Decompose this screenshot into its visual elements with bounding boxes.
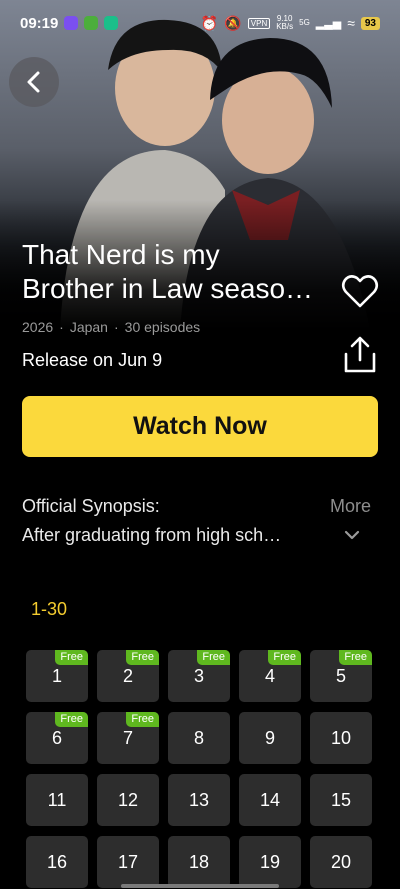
meta-separator: · [113, 319, 119, 335]
meta-episodes: 30 episodes [124, 319, 201, 335]
episode-button[interactable]: 10 [310, 712, 372, 764]
synopsis-text: After graduating from high sch… [22, 525, 282, 545]
chevron-left-icon [27, 71, 40, 93]
episode-grid: 1 Free 2 Free 3 Free 4 Free 5 Free 6 Free 7 Free 8 9 10 1… [26, 650, 374, 888]
show-title: That Nerd is my Brother in Law seaso… [22, 238, 340, 306]
free-badge: Free [126, 712, 159, 727]
episode-button[interactable]: 11 [26, 774, 88, 826]
episode-number: 2 [122, 665, 133, 686]
episode-number: 8 [193, 727, 204, 748]
episode-number: 4 [264, 665, 275, 686]
meta-year: 2026 [22, 319, 54, 335]
episode-number: 10 [330, 727, 352, 748]
episode-button[interactable]: 4 Free [239, 650, 301, 702]
status-right: ⏰ 🔕 VPN 9.10 KB/s 5G ▂▃▅ ≈ 93 [201, 15, 380, 32]
free-badge: Free [268, 650, 301, 665]
share-icon[interactable] [343, 336, 377, 374]
episode-button[interactable]: 20 [310, 836, 372, 888]
episode-range-tab[interactable]: 1-30 [31, 599, 67, 620]
episode-button[interactable]: 15 [310, 774, 372, 826]
heart-icon[interactable] [341, 274, 379, 310]
episode-button[interactable]: 8 [168, 712, 230, 764]
free-badge: Free [126, 650, 159, 665]
free-badge: Free [197, 650, 230, 665]
episode-number: 11 [47, 789, 67, 810]
episode-button[interactable]: 1 Free [26, 650, 88, 702]
episode-button[interactable]: 2 Free [97, 650, 159, 702]
home-indicator[interactable] [121, 884, 279, 888]
episode-number: 18 [188, 851, 210, 872]
episode-button[interactable]: 7 Free [97, 712, 159, 764]
alarm-icon: ⏰ [200, 14, 219, 31]
meta-country: Japan [69, 319, 108, 335]
vpn-icon: VPN [247, 17, 271, 29]
status-time: 09:19 [20, 14, 59, 32]
free-badge: Free [55, 650, 88, 665]
episode-number: 14 [259, 789, 281, 810]
episode-button[interactable]: 13 [168, 774, 230, 826]
episode-button[interactable]: 12 [97, 774, 159, 826]
synopsis-more-link[interactable]: More [330, 496, 371, 517]
app-notification-icon [64, 16, 79, 30]
episode-button[interactable]: 14 [239, 774, 301, 826]
net-speed-unit: KB/s [276, 22, 294, 31]
meta-separator: · [59, 319, 64, 335]
episode-number: 1 [51, 665, 62, 686]
signal-5g-label: 5G [299, 18, 310, 27]
episode-button[interactable]: 9 [239, 712, 301, 764]
episode-number: 6 [51, 727, 62, 748]
episode-number: 13 [188, 789, 210, 810]
episode-button[interactable]: 17 [97, 836, 159, 888]
episode-button[interactable]: 19 [239, 836, 301, 888]
episode-number: 3 [193, 665, 204, 686]
show-title-line-1: That Nerd is my [22, 239, 220, 270]
synopsis-label: Official Synopsis: [22, 496, 160, 516]
episode-number: 12 [117, 789, 139, 810]
episode-button[interactable]: 18 [168, 836, 230, 888]
app-notification-icon [104, 16, 119, 30]
battery-icon: 93 [360, 16, 380, 30]
free-badge: Free [339, 650, 372, 665]
app-notification-icon [84, 16, 99, 30]
episode-number: 7 [122, 727, 133, 748]
show-meta: 2026 · Japan · 30 episodes [22, 319, 200, 335]
episode-button[interactable]: 5 Free [310, 650, 372, 702]
episode-number: 16 [46, 851, 68, 872]
episode-button[interactable]: 16 [26, 836, 88, 888]
show-title-line-2: Brother in Law seaso… [22, 273, 314, 304]
back-button[interactable] [9, 57, 59, 107]
episode-button[interactable]: 3 Free [168, 650, 230, 702]
release-date: Release on Jun 9 [22, 350, 163, 370]
wifi-icon: ≈ [347, 15, 355, 31]
status-left: 09:19 [20, 14, 119, 32]
signal-bars-icon: ▂▃▅ [315, 17, 342, 30]
episode-number: 20 [330, 851, 352, 872]
episode-number: 19 [259, 851, 281, 872]
chevron-down-icon[interactable] [343, 527, 361, 543]
episode-number: 5 [335, 665, 346, 686]
mute-icon: 🔕 [224, 14, 242, 31]
free-badge: Free [55, 712, 88, 727]
status-bar: 09:19 ⏰ 🔕 VPN 9.10 KB/s 5G ▂▃▅ ≈ 93 [0, 0, 400, 46]
episode-number: 17 [117, 851, 139, 872]
episode-button[interactable]: 6 Free [26, 712, 88, 764]
net-speed: 9.10 KB/s [276, 15, 293, 31]
episode-number: 9 [264, 727, 275, 748]
episode-number: 15 [330, 789, 352, 810]
watch-now-button[interactable]: Watch Now [22, 396, 378, 457]
